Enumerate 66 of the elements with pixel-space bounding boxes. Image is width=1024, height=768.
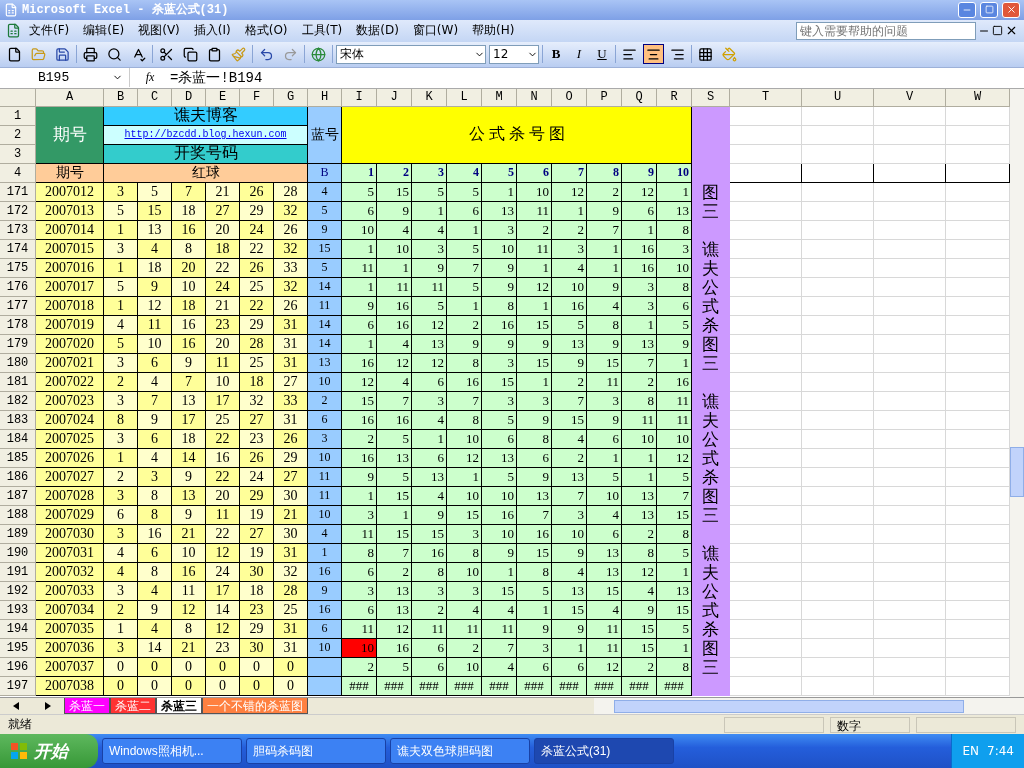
copy-icon — [183, 46, 198, 62]
windows-flag-icon — [10, 742, 28, 760]
undo-icon — [259, 46, 274, 62]
excel-icon — [4, 3, 18, 17]
help-search-field[interactable]: 键入需要帮助的问题 — [796, 21, 976, 40]
close-icon — [1005, 4, 1017, 16]
save-icon — [55, 46, 70, 62]
menu-item[interactable]: 数据(D) — [350, 20, 405, 42]
vertical-scrollbar[interactable] — [1010, 88, 1024, 698]
align-right-icon — [670, 46, 685, 62]
align-left-icon — [622, 46, 637, 62]
minimize-button[interactable] — [958, 2, 976, 18]
table-cell: 公 式 杀 号 图 — [342, 106, 692, 164]
window-title: Microsoft Excel - 杀蓝公式(31) — [22, 1, 230, 19]
redo-icon — [283, 46, 298, 62]
menu-item[interactable]: 格式(O) — [238, 20, 294, 42]
blog-link[interactable]: http://bzcdd.blog.hexun.com — [124, 129, 287, 141]
sheet-tab[interactable]: 杀蓝三 — [156, 698, 202, 715]
spreadsheet-icon — [6, 23, 21, 39]
taskbar-button[interactable]: 谯夫双色球胆码图 — [390, 738, 530, 764]
print-icon — [83, 46, 98, 62]
clock: 7:44 — [987, 744, 1014, 758]
globe-icon — [311, 46, 326, 62]
menu-item[interactable]: 视图(V) — [132, 20, 186, 42]
taskbar-button[interactable]: 胆码杀码图 — [246, 738, 386, 764]
new-file-icon — [7, 46, 22, 62]
menu-item[interactable]: 文件(F) — [23, 20, 76, 42]
sheet-tab[interactable]: 杀蓝二 — [110, 698, 156, 715]
table-cell: 蓝号 — [308, 106, 342, 164]
restore-icon — [984, 5, 994, 15]
menu-item[interactable]: 帮助(H) — [466, 20, 521, 42]
status-pane: 数字 — [830, 716, 910, 733]
borders-icon — [698, 46, 713, 62]
previous-sheet-icon[interactable] — [12, 702, 20, 711]
search-icon — [107, 46, 122, 62]
restore-icon[interactable] — [992, 25, 1003, 37]
menu-item[interactable]: 窗口(W) — [406, 20, 465, 42]
horizontal-scrollbar[interactable] — [594, 698, 1024, 715]
spelling-icon — [131, 46, 146, 62]
menu-item[interactable]: 编辑(E) — [77, 20, 131, 42]
italic-button[interactable]: I — [569, 44, 589, 65]
underline-button[interactable]: U — [592, 44, 612, 65]
name-box[interactable]: B195 — [0, 68, 130, 88]
align-center-icon — [646, 46, 661, 62]
font-size-select[interactable]: 12 — [489, 44, 539, 64]
restore-button[interactable] — [980, 2, 998, 18]
status-text: 就绪 — [8, 716, 32, 734]
scroll-thumb[interactable] — [614, 699, 964, 713]
taskbar-button[interactable]: 杀蓝公式(31) — [534, 738, 674, 764]
align-center-button[interactable] — [643, 44, 664, 65]
paste-icon — [207, 46, 222, 62]
brush-icon — [231, 46, 246, 62]
next-sheet-icon[interactable] — [44, 702, 52, 711]
open-folder-icon — [31, 46, 46, 62]
bold-button[interactable]: B — [546, 44, 566, 65]
table-cell: 期号 — [36, 106, 104, 164]
scroll-thumb[interactable] — [1010, 447, 1024, 498]
menu-item[interactable]: 工具(T) — [295, 20, 349, 42]
taskbar-button[interactable]: Windows照相机... — [102, 738, 242, 764]
formula-field[interactable]: =杀蓝一!B194 — [170, 68, 263, 87]
font-select[interactable]: 宋体 — [336, 44, 486, 64]
cut-icon — [159, 46, 174, 62]
insert-function-button[interactable]: fx — [130, 70, 170, 86]
fill-color-icon — [722, 46, 737, 62]
menu-item[interactable]: 插入(I) — [187, 20, 237, 42]
close-button[interactable] — [1002, 2, 1020, 18]
